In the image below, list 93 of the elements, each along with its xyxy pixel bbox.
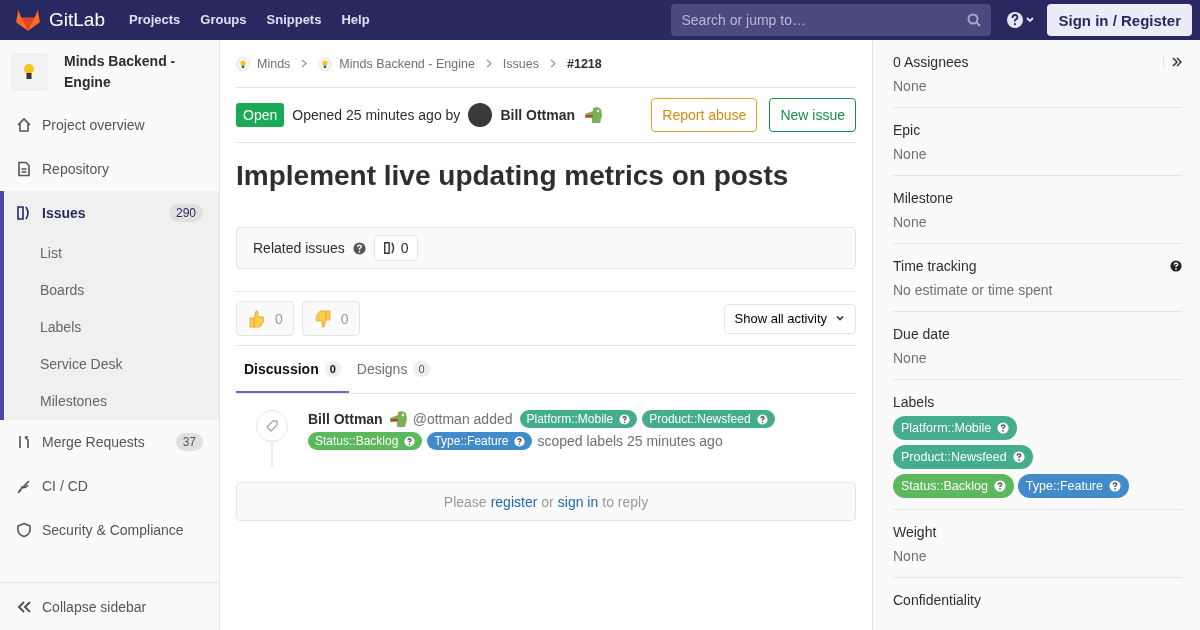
nav-link[interactable]: Snippets [266,10,322,30]
section-title: Milestone [893,190,954,206]
section-value: None [893,547,928,566]
lightbulb-icon [23,62,35,81]
project-name[interactable]: Minds Backend - Engine [64,50,204,93]
chevron-right-icon [301,59,308,68]
author-link[interactable]: Bill Ottman [500,107,576,123]
activity-filter-dropdown[interactable]: Show all activity [723,303,856,334]
tab[interactable]: Discussion 0 [236,346,349,393]
sidebar-item[interactable]: Security & Compliance [0,508,219,552]
report-abuse-button[interactable]: Report abuse [651,98,758,132]
sidebar-item-icon [16,205,32,221]
reply-prompt: Please register or sign in to reply [236,482,856,521]
help-icon [1012,451,1025,463]
fox-logo-icon[interactable] [15,8,41,32]
sidebar-item-icon [16,434,32,450]
section-title: 0 Assignees [893,54,970,70]
nav-link[interactable]: Help [341,10,370,30]
issues-icon [382,241,397,255]
issue-title: Implement live updating metrics on posts [236,159,790,193]
section-value: None [893,145,928,164]
help-icon [993,480,1006,492]
new-issue-button[interactable]: New issue [769,98,856,132]
help-icon[interactable] [352,241,366,255]
help-icon [619,413,631,425]
help-dropdown[interactable] [1007,11,1036,29]
nav-link[interactable]: Groups [200,10,247,30]
section-value: None [893,213,928,232]
search-field[interactable]: Search or jump to… [671,4,992,36]
note-text: scoped labels 25 minutes ago [537,433,723,449]
section-title: Confidentiality [893,592,982,608]
search-icon [967,13,982,27]
register-link[interactable]: register [490,493,538,510]
section-title: Time tracking [893,258,978,274]
section-title: Due date [893,326,951,342]
sidebar-item[interactable]: CI / CD [0,464,219,508]
related-issues-label: Related issues [253,240,345,256]
double-chevron-right-icon[interactable] [1163,57,1182,67]
label-pill[interactable]: Type::Feature [1017,474,1129,498]
help-icon[interactable] [1170,260,1182,272]
double-chevron-left-icon [16,599,32,614]
help-icon [404,435,416,447]
sidebar-subitem[interactable]: Boards [4,272,219,309]
dragon-icon [387,410,408,428]
help-icon [756,413,768,425]
author-handle: @ottman added [412,411,513,427]
related-issues-count: 0 [373,235,418,261]
section-value: No estimate or time spent [893,281,1054,300]
avatar[interactable] [468,103,493,127]
sidebar-item[interactable]: Merge Requests 37 [0,420,219,464]
breadcrumb-link[interactable]: #1218 [567,56,602,71]
chevron-right-icon [550,59,556,68]
sidebar-item[interactable]: Project overview [0,103,219,147]
breadcrumb-link[interactable]: Minds [257,56,291,71]
lightbulb-icon [318,56,333,71]
dragon-icon [583,106,604,124]
sidebar-item[interactable]: Issues 290 [4,191,219,235]
section-title: Weight [893,524,938,540]
nav-link[interactable]: Projects [129,10,181,30]
project-avatar[interactable] [10,52,48,91]
award-button[interactable]: 0 [301,301,360,336]
collapse-sidebar-button[interactable]: Collapse sidebar [0,582,219,630]
thumbs-up-icon [249,309,265,328]
sign-in-link[interactable]: sign in [557,493,599,510]
chevron-right-icon [485,59,492,68]
breadcrumb-link[interactable]: Issues [502,56,539,71]
section-title: Labels [893,394,936,410]
author-link[interactable]: Bill Ottman [308,411,383,427]
sidebar-item-icon [16,522,32,538]
brand-name[interactable]: GitLab [49,9,105,31]
lightbulb-icon [236,56,250,71]
status-badge: Open [236,103,285,127]
help-icon [1109,480,1121,492]
sidebar-item-icon [16,478,32,494]
help-icon [514,435,526,447]
sidebar-item[interactable]: Repository [0,147,219,191]
help-icon [997,422,1010,434]
sidebar-subitem[interactable]: Service Desk [4,346,219,383]
chevron-down-icon [835,315,845,322]
sidebar-subitem[interactable]: Labels [4,309,219,346]
sidebar-item-icon [16,161,32,177]
opened-text: Opened 25 minutes ago by [292,107,461,123]
sign-in-button[interactable]: Sign in / Register [1047,4,1192,36]
sidebar-subitem[interactable]: Milestones [4,383,219,420]
thumbs-down-icon [314,309,331,328]
section-title: Epic [893,122,922,138]
breadcrumb-link[interactable]: Minds Backend - Engine [339,56,475,71]
section-value: None [893,349,928,368]
section-value: None [893,77,928,96]
tab[interactable]: Designs 0 [348,346,438,393]
sidebar-subitem[interactable]: List [4,235,219,272]
sidebar-item-icon [16,117,32,133]
label-pill[interactable]: Type::Feature [427,432,533,450]
